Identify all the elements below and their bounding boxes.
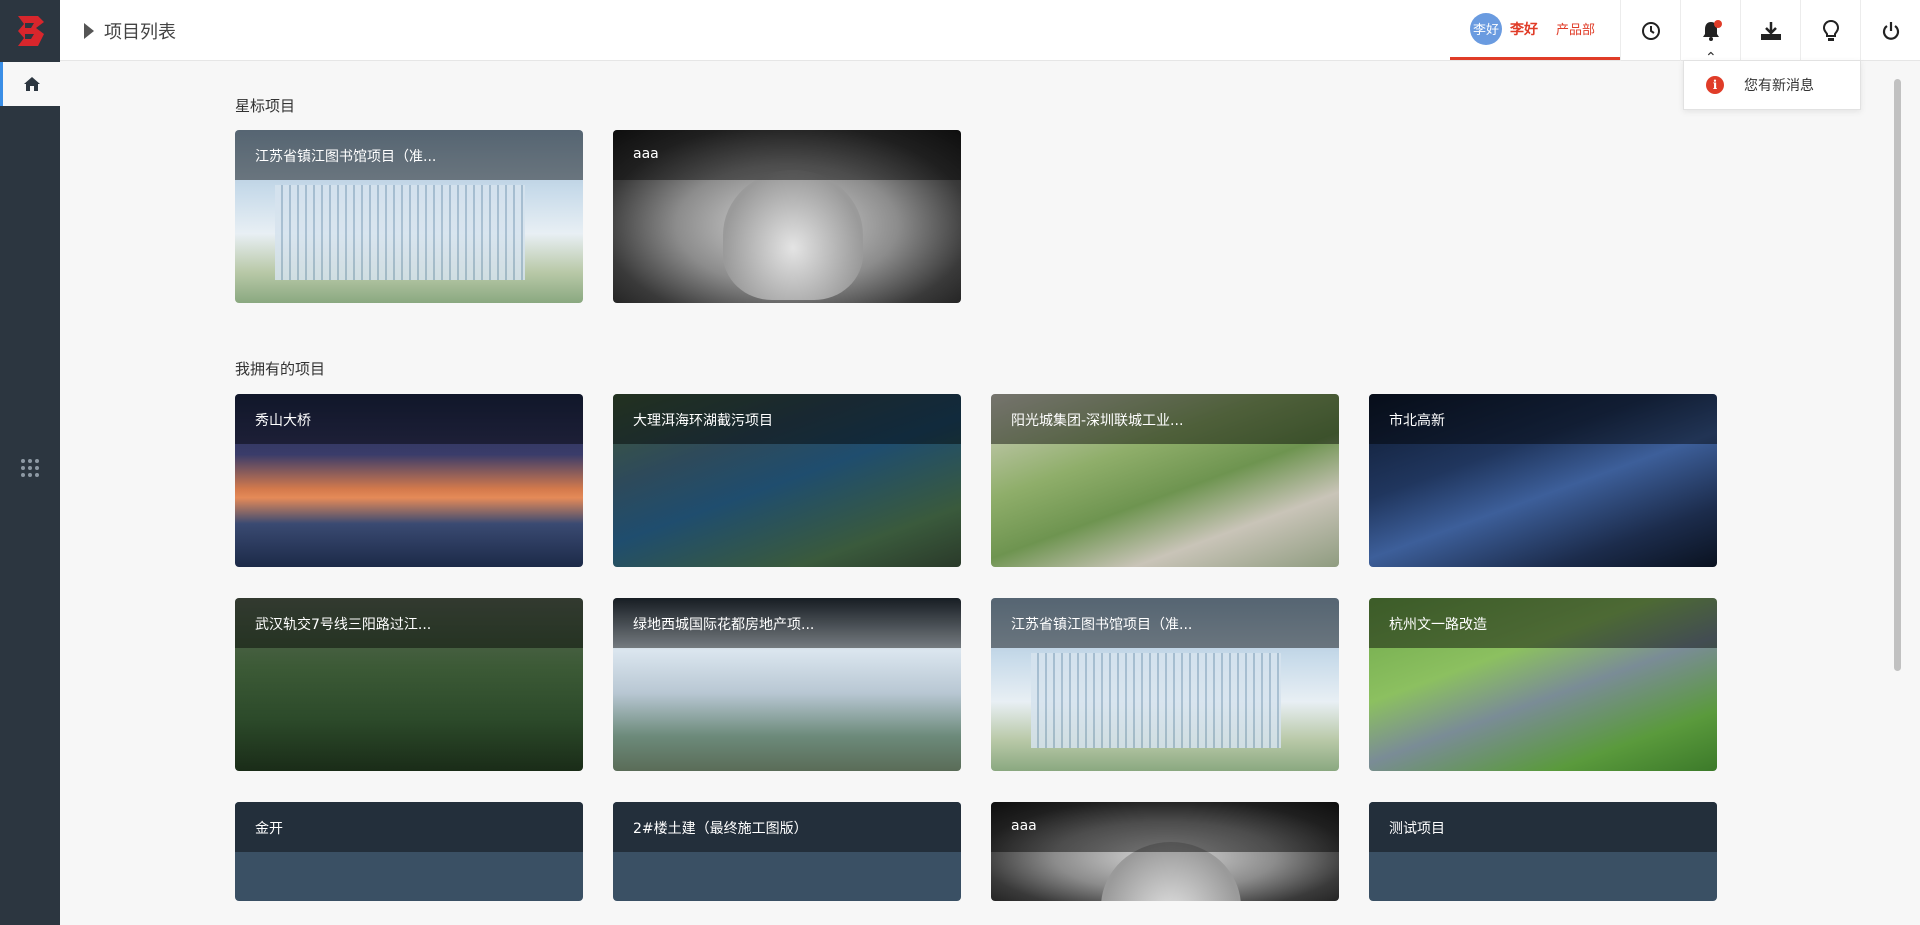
project-card[interactable]: 秀山大桥 bbox=[235, 394, 583, 567]
project-name: 市北高新 bbox=[1369, 394, 1717, 444]
project-name: 杭州文一路改造 bbox=[1369, 598, 1717, 648]
logo-icon[interactable] bbox=[0, 0, 60, 61]
breadcrumb: 项目列表 bbox=[84, 18, 176, 44]
history-icon bbox=[1641, 21, 1660, 40]
notification-dropdown[interactable]: i 您有新消息 bbox=[1683, 60, 1861, 110]
user-name: 李好 bbox=[1510, 21, 1538, 38]
project-card[interactable]: 江苏省镇江图书馆项目（准... bbox=[235, 130, 583, 303]
scrollbar[interactable] bbox=[1894, 79, 1901, 671]
sidebar-item-home[interactable] bbox=[0, 62, 60, 106]
top-header: 项目列表 李好 李好 产品部 bbox=[60, 0, 1920, 61]
project-name: 阳光城集团-深圳联城工业... bbox=[991, 394, 1339, 444]
apps-grid-icon[interactable] bbox=[0, 448, 60, 488]
notification-message[interactable]: 您有新消息 bbox=[1744, 75, 1814, 95]
user-menu[interactable]: 李好 李好 产品部 bbox=[1450, 0, 1620, 60]
user-department: 产品部 bbox=[1556, 23, 1596, 38]
power-icon bbox=[1882, 21, 1899, 40]
project-name: 秀山大桥 bbox=[235, 394, 583, 444]
project-card[interactable]: 2#楼土建（最终施工图版） bbox=[613, 802, 961, 901]
project-card[interactable]: 大理洱海环湖截污项目 bbox=[613, 394, 961, 567]
project-name: aaa bbox=[613, 130, 961, 180]
project-card[interactable]: 绿地西城国际花都房地产项... bbox=[613, 598, 961, 771]
info-icon: i bbox=[1706, 76, 1724, 94]
project-name: 大理洱海环湖截污项目 bbox=[613, 394, 961, 444]
avatar: 李好 bbox=[1470, 12, 1502, 45]
project-name: 武汉轨交7号线三阳路过江... bbox=[235, 598, 583, 648]
page-title: 项目列表 bbox=[104, 22, 176, 43]
logout-button[interactable] bbox=[1860, 0, 1920, 61]
project-card[interactable]: aaa bbox=[613, 130, 961, 303]
project-card[interactable]: 杭州文一路改造 bbox=[1369, 598, 1717, 771]
tips-button[interactable] bbox=[1800, 0, 1860, 61]
home-icon bbox=[23, 77, 40, 91]
project-name: 金开 bbox=[235, 802, 583, 852]
download-button[interactable] bbox=[1740, 0, 1800, 61]
project-name: 2#楼土建（最终施工图版） bbox=[613, 802, 961, 852]
project-card[interactable]: aaa bbox=[991, 802, 1339, 901]
project-card[interactable]: 江苏省镇江图书馆项目（准... bbox=[991, 598, 1339, 771]
caret-right-icon bbox=[84, 23, 94, 39]
project-name: 江苏省镇江图书馆项目（准... bbox=[235, 130, 583, 180]
owned-section-title: 我拥有的项目 bbox=[235, 360, 326, 378]
project-name: 测试项目 bbox=[1369, 802, 1717, 852]
project-card[interactable]: 武汉轨交7号线三阳路过江... bbox=[235, 598, 583, 771]
history-button[interactable] bbox=[1620, 0, 1680, 61]
project-card[interactable]: 阳光城集团-深圳联城工业... bbox=[991, 394, 1339, 567]
project-name: aaa bbox=[991, 802, 1339, 852]
project-card[interactable]: 测试项目 bbox=[1369, 802, 1717, 901]
project-name: 江苏省镇江图书馆项目（准... bbox=[991, 598, 1339, 648]
project-name: 绿地西城国际花都房地产项... bbox=[613, 598, 961, 648]
lightbulb-icon bbox=[1822, 19, 1839, 41]
sidebar bbox=[0, 0, 60, 925]
notification-badge bbox=[1714, 20, 1722, 28]
project-card[interactable]: 金开 bbox=[235, 802, 583, 901]
download-icon bbox=[1760, 21, 1781, 40]
starred-section-title: 星标项目 bbox=[235, 97, 296, 115]
project-card[interactable]: 市北高新 bbox=[1369, 394, 1717, 567]
